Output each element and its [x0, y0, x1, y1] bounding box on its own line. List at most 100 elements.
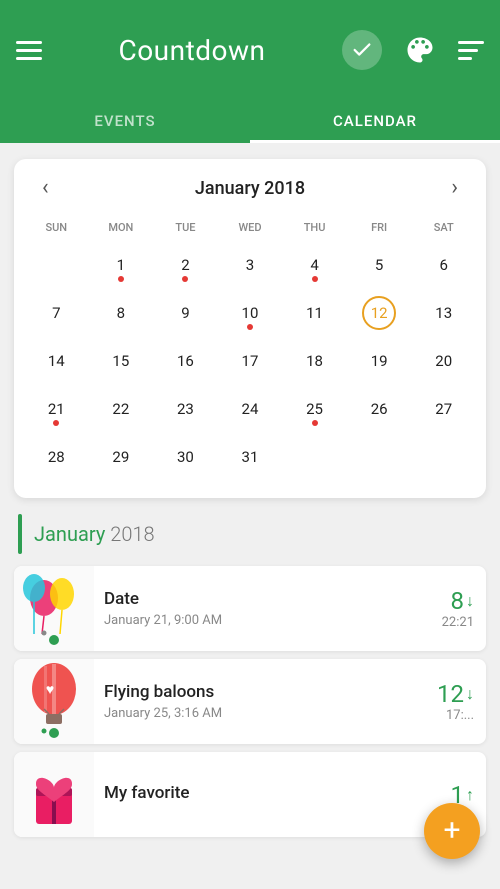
- calendar-day[interactable]: 27: [411, 386, 476, 432]
- direction-arrow: ↓: [466, 591, 474, 611]
- calendar-day[interactable]: 15: [89, 338, 154, 384]
- calendar-day[interactable]: 30: [153, 434, 218, 480]
- calendar-day[interactable]: 11: [282, 290, 347, 336]
- calendar-day[interactable]: 6: [411, 242, 476, 288]
- day-number: 15: [104, 344, 138, 378]
- calendar-day[interactable]: 19: [347, 338, 412, 384]
- calendar-weekdays: SUNMONTUEWEDTHUFRISAT: [24, 217, 476, 238]
- calendar-day[interactable]: 5: [347, 242, 412, 288]
- event-info: Date January 21, 9:00 AM: [94, 577, 430, 640]
- day-number: 26: [362, 392, 396, 426]
- calendar-day[interactable]: 12: [347, 290, 412, 336]
- calendar-day[interactable]: 17: [218, 338, 283, 384]
- next-month-button[interactable]: ›: [443, 173, 466, 203]
- calendar-day[interactable]: 9: [153, 290, 218, 336]
- calendar-day[interactable]: 23: [153, 386, 218, 432]
- weekday-label: SAT: [411, 217, 476, 238]
- calendar-day[interactable]: 24: [218, 386, 283, 432]
- weekday-label: THU: [282, 217, 347, 238]
- calendar-day-empty: [24, 242, 89, 288]
- calendar-day[interactable]: 10: [218, 290, 283, 336]
- svg-text:♥: ♥: [46, 682, 54, 698]
- day-number: [39, 248, 73, 282]
- calendar-day[interactable]: 21: [24, 386, 89, 432]
- calendar-header: ‹ January 2018 ›: [24, 173, 476, 203]
- day-number: 9: [168, 296, 202, 330]
- day-number: 30: [168, 440, 202, 474]
- calendar-day[interactable]: 31: [218, 434, 283, 480]
- calendar-day[interactable]: 4: [282, 242, 347, 288]
- calendar-day[interactable]: 22: [89, 386, 154, 432]
- event-active-dot: [49, 728, 59, 738]
- day-number: 7: [39, 296, 73, 330]
- calendar-day[interactable]: 28: [24, 434, 89, 480]
- day-number: 13: [427, 296, 461, 330]
- prev-month-button[interactable]: ‹: [34, 173, 57, 203]
- calendar-days: 1234567891011121314151617181920212223242…: [24, 242, 476, 480]
- event-thumbnail: ♥: [14, 659, 94, 744]
- calendar-day[interactable]: 3: [218, 242, 283, 288]
- day-number: 23: [168, 392, 202, 426]
- add-icon: +: [443, 816, 460, 846]
- event-item-my-favorite[interactable]: My favorite 1↑: [14, 752, 486, 837]
- app-header: Countdown: [0, 0, 500, 100]
- calendar-day[interactable]: 20: [411, 338, 476, 384]
- weekday-label: SUN: [24, 217, 89, 238]
- direction-arrow: ↑: [466, 785, 474, 805]
- palette-button[interactable]: [402, 32, 438, 68]
- event-name: Date: [104, 589, 420, 609]
- event-days-count: 12↓: [437, 680, 474, 708]
- event-countdown: 8↓ 22:21: [430, 587, 486, 630]
- event-name: My favorite: [104, 783, 429, 803]
- day-number: 31: [233, 440, 267, 474]
- menu-button[interactable]: [16, 41, 42, 60]
- calendar-day[interactable]: 2: [153, 242, 218, 288]
- weekday-label: MON: [89, 217, 154, 238]
- calendar-day[interactable]: 29: [89, 434, 154, 480]
- tab-events[interactable]: EVENTS: [0, 100, 250, 143]
- event-date: January 25, 3:16 AM: [104, 706, 415, 721]
- day-number: 19: [362, 344, 396, 378]
- tab-calendar[interactable]: CALENDAR: [250, 100, 500, 143]
- event-item-date-event[interactable]: Date January 21, 9:00 AM 8↓ 22:21: [14, 566, 486, 651]
- event-dot-indicator: [53, 420, 59, 426]
- day-number: 6: [427, 248, 461, 282]
- calendar-day[interactable]: 7: [24, 290, 89, 336]
- event-days-count: 8↓: [451, 587, 475, 615]
- event-thumbnail: [14, 566, 94, 651]
- date-line-indicator: [18, 514, 22, 554]
- event-dot-indicator: [312, 276, 318, 282]
- event-date: January 21, 9:00 AM: [104, 613, 420, 628]
- weekday-label: WED: [218, 217, 283, 238]
- calendar-day[interactable]: 14: [24, 338, 89, 384]
- calendar-day[interactable]: 8: [89, 290, 154, 336]
- day-number: 12: [362, 296, 396, 330]
- day-number: 22: [104, 392, 138, 426]
- day-number: 11: [298, 296, 332, 330]
- event-item-flying-balloons[interactable]: ♥ Flying baloons January 25, 3:16 AM 12↓…: [14, 659, 486, 744]
- section-date-text: January 2018: [34, 522, 155, 546]
- calendar-day[interactable]: 1: [89, 242, 154, 288]
- weekday-label: FRI: [347, 217, 412, 238]
- calendar-day[interactable]: 16: [153, 338, 218, 384]
- day-number: 8: [104, 296, 138, 330]
- calendar-card: ‹ January 2018 › SUNMONTUEWEDTHUFRISAT 1…: [14, 159, 486, 498]
- event-time: 17:...: [446, 708, 474, 723]
- add-event-fab[interactable]: +: [424, 803, 480, 859]
- calendar-day[interactable]: 18: [282, 338, 347, 384]
- event-countdown: 12↓ 17:...: [425, 680, 486, 723]
- calendar-day[interactable]: 13: [411, 290, 476, 336]
- days-number: 12: [437, 680, 464, 708]
- calendar-day[interactable]: 26: [347, 386, 412, 432]
- header-actions: [342, 30, 484, 70]
- day-number: 27: [427, 392, 461, 426]
- check-button[interactable]: [342, 30, 382, 70]
- event-time: 22:21: [442, 615, 474, 630]
- event-active-dot: [49, 635, 59, 645]
- day-number: 28: [39, 440, 73, 474]
- section-year: 2018: [110, 522, 154, 546]
- events-list: Date January 21, 9:00 AM 8↓ 22:21 ♥ Flyi…: [14, 566, 486, 837]
- events-section: January 2018 Date January 21, 9:00 AM 8↓…: [0, 514, 500, 837]
- sort-button[interactable]: [458, 41, 484, 60]
- calendar-day[interactable]: 25: [282, 386, 347, 432]
